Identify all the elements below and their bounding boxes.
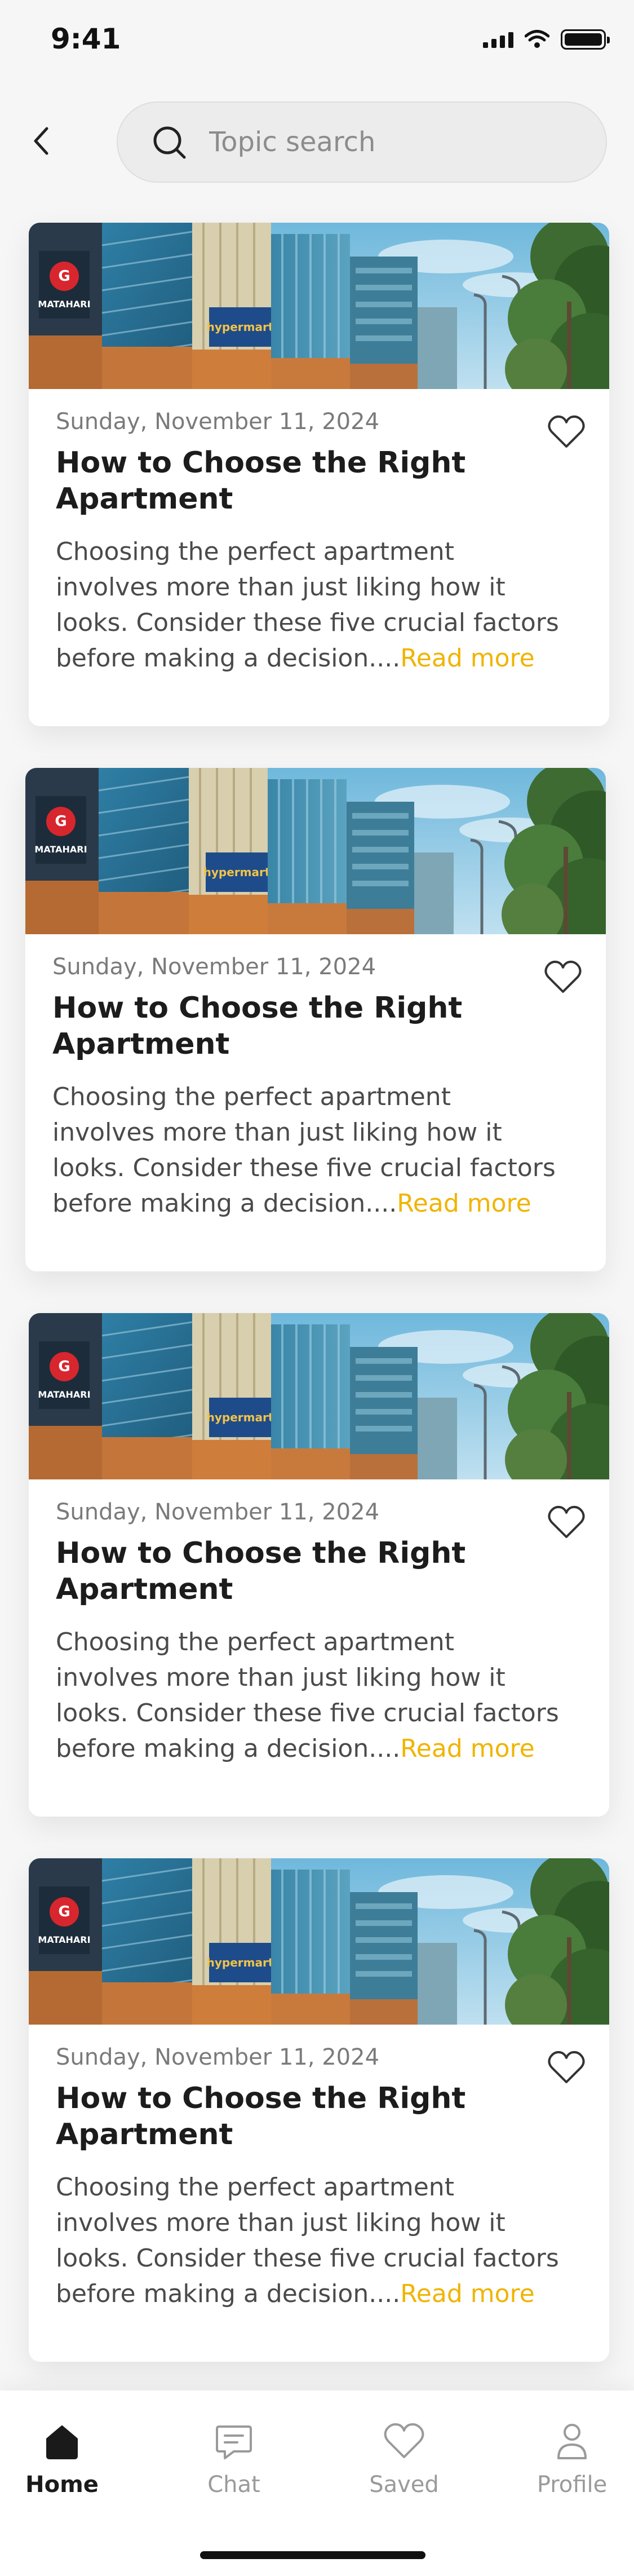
- article-image: [29, 1313, 609, 1479]
- read-more-link[interactable]: Read more: [397, 1189, 531, 1218]
- search-bar[interactable]: [117, 101, 607, 183]
- article-body: Sunday, November 11, 2024 How to Choose …: [56, 1499, 563, 1766]
- article-excerpt: Choosing the perfect apartment involves …: [56, 1624, 563, 1766]
- article-date: Sunday, November 11, 2024: [56, 2044, 380, 2070]
- article-body: Sunday, November 11, 2024 How to Choose …: [52, 954, 560, 1221]
- article-card[interactable]: Sunday, November 11, 2024 How to Choose …: [29, 1313, 609, 1817]
- article-date: Sunday, November 11, 2024: [56, 409, 380, 435]
- nav-item-chat[interactable]: Chat: [172, 2419, 296, 2498]
- status-icons: [483, 29, 610, 50]
- back-button[interactable]: [21, 121, 61, 161]
- article-excerpt: Choosing the perfect apartment involves …: [56, 534, 563, 676]
- article-card[interactable]: Sunday, November 11, 2024 How to Choose …: [29, 1858, 609, 2362]
- article-image: [29, 1858, 609, 2025]
- wifi-icon: [525, 30, 549, 48]
- user-icon: [557, 2424, 587, 2459]
- read-more-link[interactable]: Read more: [400, 644, 535, 673]
- battery-icon: [561, 29, 610, 50]
- article-body: Sunday, November 11, 2024 How to Choose …: [56, 409, 563, 676]
- nav-label: Home: [25, 2472, 99, 2498]
- bottom-navigation: Home Chat Saved Profile: [0, 2391, 634, 2576]
- home-indicator: [200, 2551, 425, 2559]
- article-title: How to Choose the Right Apartment: [56, 2082, 466, 2151]
- article-image: [29, 223, 609, 389]
- home-icon: [46, 2425, 78, 2459]
- status-bar: 9:41: [0, 0, 634, 79]
- article-excerpt: Choosing the perfect apartment involves …: [52, 1079, 560, 1221]
- search-icon: [153, 126, 186, 159]
- nav-label: Profile: [537, 2472, 608, 2498]
- article-body: Sunday, November 11, 2024 How to Choose …: [56, 2044, 563, 2312]
- status-time: 9:41: [51, 23, 121, 55]
- nav-item-home[interactable]: Home: [0, 2419, 124, 2498]
- cellular-signal-icon: [483, 31, 513, 48]
- article-date: Sunday, November 11, 2024: [52, 954, 376, 980]
- article-card[interactable]: Sunday, November 11, 2024 How to Choose …: [25, 768, 606, 1271]
- nav-item-profile[interactable]: Profile: [510, 2419, 634, 2498]
- read-more-link[interactable]: Read more: [400, 1734, 535, 1763]
- heart-icon: [384, 2423, 424, 2458]
- article-image: [25, 768, 606, 934]
- article-title: How to Choose the Right Apartment: [56, 1536, 466, 1606]
- nav-label: Chat: [207, 2472, 260, 2498]
- nav-label: Saved: [369, 2472, 439, 2498]
- article-title: How to Choose the Right Apartment: [52, 991, 463, 1061]
- article-card[interactable]: Sunday, November 11, 2024 How to Choose …: [29, 223, 609, 726]
- search-input[interactable]: [209, 126, 570, 158]
- chat-icon: [216, 2425, 252, 2459]
- nav-item-saved[interactable]: Saved: [342, 2419, 466, 2498]
- article-title: How to Choose the Right Apartment: [56, 446, 466, 516]
- read-more-link[interactable]: Read more: [400, 2279, 535, 2308]
- article-excerpt: Choosing the perfect apartment involves …: [56, 2170, 563, 2312]
- article-date: Sunday, November 11, 2024: [56, 1499, 380, 1525]
- chevron-left-icon: [34, 127, 48, 155]
